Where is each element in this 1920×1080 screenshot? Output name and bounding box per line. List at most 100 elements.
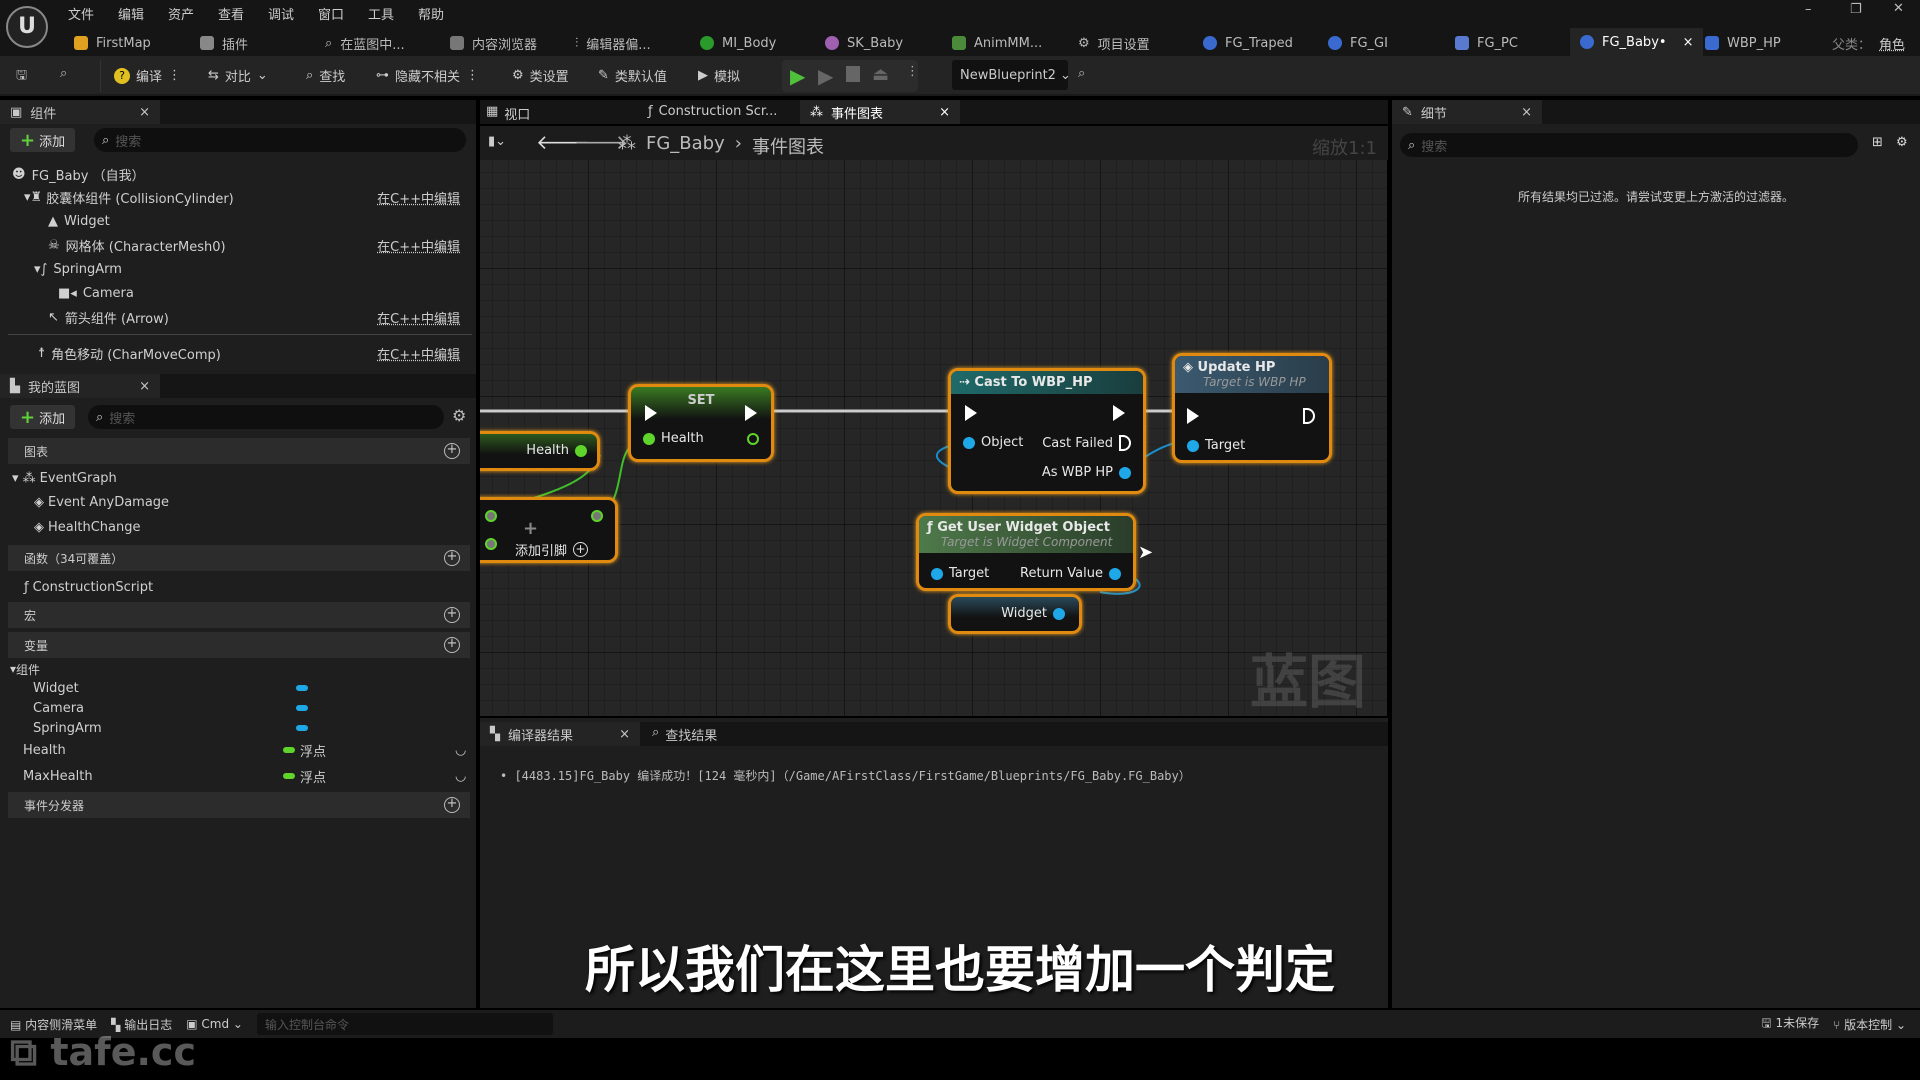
eye-closed-icon[interactable]: ◡ xyxy=(455,769,466,784)
section-macros[interactable]: 宏 + xyxy=(8,602,470,628)
add-graph-icon[interactable]: + xyxy=(444,443,460,459)
menu-help[interactable]: 帮助 xyxy=(418,4,444,23)
target-input-pin[interactable]: Target xyxy=(1187,438,1245,453)
gear-icon[interactable]: ⚙ xyxy=(452,406,466,425)
add-variable-icon[interactable]: + xyxy=(444,637,460,653)
float-pin-icon[interactable] xyxy=(643,432,655,445)
object-pin-icon[interactable] xyxy=(1119,466,1131,479)
object-pin-icon[interactable] xyxy=(1053,607,1065,620)
target-input-pin[interactable]: Target xyxy=(931,566,989,581)
eye-closed-icon[interactable]: ◡ xyxy=(455,743,466,758)
variable-item[interactable]: MaxHealth 浮点 ◡ xyxy=(0,765,470,787)
tab-animmm[interactable]: AnimMM... xyxy=(952,32,1042,54)
add-function-icon[interactable]: + xyxy=(444,550,460,566)
edit-in-cpp-link[interactable]: 在C++中编辑 xyxy=(377,344,460,363)
tab-viewport[interactable]: ▦ 视口 xyxy=(486,104,530,123)
float-pin-icon[interactable] xyxy=(575,444,587,457)
close-icon[interactable]: × xyxy=(1521,105,1532,120)
variable-type[interactable]: 浮点 xyxy=(300,741,326,760)
close-window-button[interactable]: ✕ xyxy=(1893,1,1904,16)
return-value-pin[interactable]: Return Value xyxy=(1020,566,1121,581)
browse-debug-icon[interactable]: ⌕ xyxy=(1078,66,1085,81)
diff-button[interactable]: ⇆ 对比 ⌄ xyxy=(208,66,268,85)
add-macro-icon[interactable]: + xyxy=(444,607,460,623)
bookmark-icon[interactable]: ▮⌄ xyxy=(488,134,506,149)
event-graph-item[interactable]: ▾ ⁂ EventGraph xyxy=(0,467,470,489)
find-button[interactable]: ⌕ 查找 xyxy=(306,66,345,85)
parent-class-link[interactable]: 角色 xyxy=(1879,34,1905,53)
menu-tools[interactable]: 工具 xyxy=(368,4,394,23)
table-view-icon[interactable]: ⊞ xyxy=(1872,135,1883,150)
variable-item[interactable]: Camera xyxy=(0,697,470,719)
edit-in-cpp-link[interactable]: 在C++中编辑 xyxy=(377,308,460,327)
variable-type[interactable]: 浮点 xyxy=(300,767,326,786)
section-functions[interactable]: 函数（34可覆盖） + xyxy=(8,545,470,571)
add-member-button[interactable]: + 添加 xyxy=(10,405,76,429)
simulate-button[interactable]: ▶ 模拟 xyxy=(698,66,740,85)
menu-debug[interactable]: 调试 xyxy=(268,4,294,23)
more-icon[interactable]: ⋮ xyxy=(466,68,479,83)
variable-item[interactable]: Health 浮点 ◡ xyxy=(0,739,470,761)
tab-fg-gi[interactable]: FG_GI xyxy=(1328,32,1388,54)
menu-asset[interactable]: 资产 xyxy=(168,4,194,23)
update-hp-node[interactable]: ◈ Update HP Target is WBP HP Target xyxy=(1172,353,1332,463)
close-tab-icon[interactable]: × xyxy=(1683,35,1694,50)
browse-icon[interactable]: ⌕ xyxy=(60,66,67,81)
object-pin-icon[interactable] xyxy=(1109,567,1121,580)
class-settings-button[interactable]: ⚙ 类设置 xyxy=(512,66,569,85)
unreal-logo[interactable]: U xyxy=(6,6,48,48)
tab-firstmap[interactable]: FirstMap xyxy=(74,32,151,54)
close-icon[interactable]: × xyxy=(139,105,150,120)
component-root[interactable]: ☻ FG_Baby （自我） xyxy=(0,163,470,185)
more-icon[interactable]: ⋮ xyxy=(906,64,919,79)
object-pin-icon[interactable] xyxy=(931,567,943,580)
exec-out-pin[interactable] xyxy=(1303,408,1315,424)
component-springarm[interactable]: ▾ ∫ SpringArm xyxy=(0,258,470,280)
details-search[interactable]: ⌕ 搜索 xyxy=(1400,133,1858,157)
close-icon[interactable]: × xyxy=(939,105,950,120)
gear-icon[interactable]: ⚙ xyxy=(1896,135,1908,150)
play-icon[interactable]: ▶ xyxy=(790,64,805,88)
cmd-dropdown[interactable]: ▣ Cmd ⌄ xyxy=(186,1017,243,1031)
variable-item[interactable]: SpringArm xyxy=(0,717,470,739)
health-getter-node[interactable]: Health xyxy=(480,431,600,471)
edit-in-cpp-link[interactable]: 在C++中编辑 xyxy=(377,188,460,207)
step-icon[interactable]: ▶ xyxy=(818,64,833,88)
class-defaults-button[interactable]: ✎ 类默认值 xyxy=(598,66,667,85)
details-tab[interactable]: ✎ 细节 × xyxy=(1392,100,1542,124)
add-component-button[interactable]: + 添加 xyxy=(10,128,76,152)
set-health-node[interactable]: SET Health xyxy=(628,384,774,462)
more-icon[interactable]: ⋮ xyxy=(168,68,181,83)
tab-editor-prefs[interactable]: ⫶ 编辑器偏... xyxy=(575,32,651,54)
float-output-pin[interactable] xyxy=(747,433,759,445)
unsaved-button[interactable]: 🖫 1未保存 xyxy=(1761,1014,1819,1035)
tab-wbp-hp[interactable]: WBP_HP xyxy=(1705,32,1781,54)
tab-fg-pc[interactable]: FG_PC xyxy=(1455,32,1518,54)
my-blueprint-search[interactable]: ⌕ 搜索 xyxy=(88,405,444,429)
exec-in-pin[interactable] xyxy=(1187,408,1199,424)
exec-out-pin[interactable] xyxy=(1113,405,1125,421)
tab-sk-baby[interactable]: SK_Baby xyxy=(825,32,903,54)
tab-compiler-results[interactable]: ▚ 编译器结果 × xyxy=(480,722,640,746)
section-graphs[interactable]: 图表 + xyxy=(8,438,470,464)
my-blueprint-tab[interactable]: ▙ 我的蓝图 × xyxy=(0,374,160,398)
add-dispatcher-icon[interactable]: + xyxy=(444,797,460,813)
close-icon[interactable]: × xyxy=(139,379,150,394)
object-pin-icon[interactable] xyxy=(963,436,975,449)
menu-view[interactable]: 查看 xyxy=(218,4,244,23)
component-mesh[interactable]: ☠ 网格体 (CharacterMesh0) 在C++中编辑 xyxy=(0,234,470,256)
component-camera[interactable]: ■◂ Camera xyxy=(0,282,470,304)
float-output-pin[interactable] xyxy=(591,510,603,522)
widget-getter-node[interactable]: Widget xyxy=(948,594,1082,634)
event-item[interactable]: ◈ Event AnyDamage xyxy=(0,491,470,513)
components-search[interactable]: ⌕ 搜索 xyxy=(94,128,466,152)
close-icon[interactable]: × xyxy=(619,727,630,742)
component-widget[interactable]: ▲ Widget xyxy=(0,210,470,232)
source-control-button[interactable]: ⑂ 版本控制 ⌄ xyxy=(1833,1016,1906,1033)
edit-in-cpp-link[interactable]: 在C++中编辑 xyxy=(377,236,460,255)
math-node[interactable]: + 添加引脚 + xyxy=(480,497,618,563)
tab-project-settings[interactable]: ⚙ 项目设置 xyxy=(1078,32,1150,54)
graph-canvas[interactable]: Health SET Health + 添加引脚 + ⇢ Cast To WBP_… xyxy=(480,160,1387,716)
tab-event-graph[interactable]: ⁂ 事件图表 × xyxy=(800,100,960,124)
get-user-widget-object-node[interactable]: ƒ Get User Widget Object Target is Widget… xyxy=(916,513,1136,591)
